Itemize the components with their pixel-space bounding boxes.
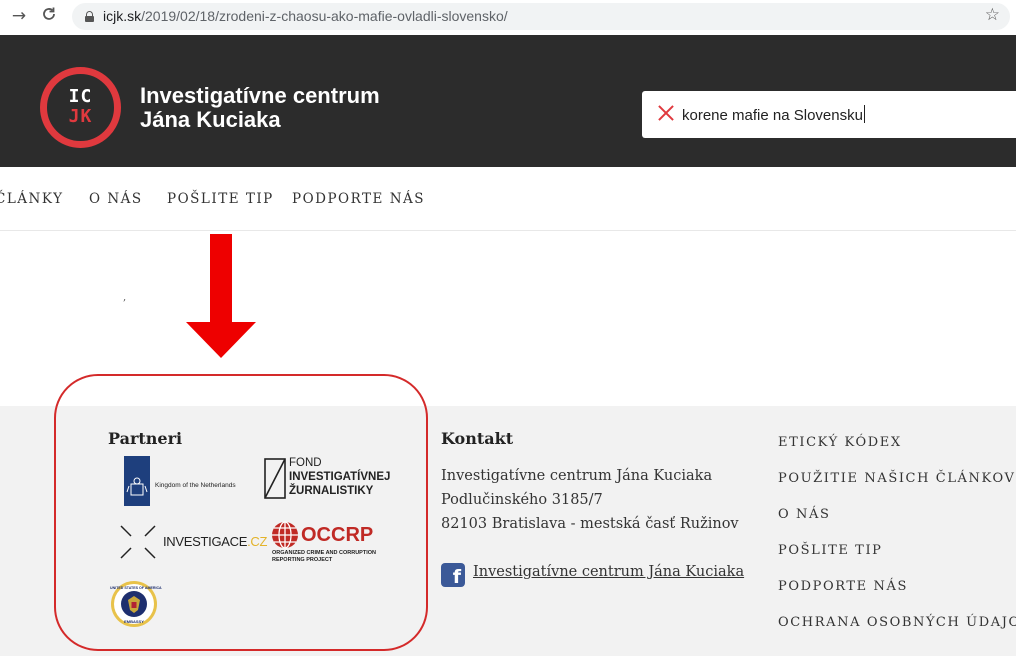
occrp-subtitle: ORGANIZED CRIME AND CORRUPTION REPORTING… xyxy=(272,550,376,563)
footer-link-podporte-nas[interactable]: PODPORTE NÁS xyxy=(778,579,908,594)
netherlands-crest-icon xyxy=(124,456,150,506)
nav-item-podporte-nas[interactable]: PODPORTE NÁS xyxy=(292,191,425,207)
site-footer: Partneri Kingdom of the Netherlands FOND… xyxy=(0,406,1016,656)
embassy-bottom-text: EMBASSY xyxy=(124,619,144,624)
search-input[interactable] xyxy=(682,104,1002,126)
main-nav: ČLÁNKY O NÁS POŠLITE TIP PODPORTE NÁS xyxy=(0,167,1016,231)
site-title-line1: Investigatívne centrum xyxy=(140,83,380,108)
footer-link-pouzitie-clankov[interactable]: POUŽITIE NAŠICH ČLÁNKOV xyxy=(778,471,1016,486)
back-arrow-icon[interactable]: → xyxy=(8,5,30,27)
netherlands-logo[interactable]: Kingdom of the Netherlands xyxy=(124,456,244,506)
site-title-line2: Jána Kuciaka xyxy=(140,107,281,132)
footer-link-ochrana-udajov[interactable]: OCHRANA OSOBNÝCH ÚDAJOV xyxy=(778,615,1016,630)
lock-body xyxy=(85,16,94,22)
nav-item-clanky[interactable]: ČLÁNKY xyxy=(0,191,64,207)
fond-line2: INVESTIGATÍVNEJ xyxy=(289,471,391,483)
occrp-sub-line2: REPORTING PROJECT xyxy=(272,556,333,563)
investigace-suffix: .CZ xyxy=(247,534,268,549)
occrp-sub-line1: ORGANIZED CRIME AND CORRUPTION xyxy=(272,550,376,556)
reload-icon[interactable] xyxy=(38,5,60,27)
investigace-logo[interactable]: INVESTIGACE.CZ xyxy=(119,524,267,560)
logo-top-text: IC xyxy=(68,86,93,107)
stray-mark: , xyxy=(123,292,127,303)
embassy-top-text: UNITED STATES OF AMERICA xyxy=(110,586,162,590)
crest-glyph xyxy=(126,477,148,496)
fond-logo[interactable]: FOND INVESTIGATÍVNEJ ŽURNALISTIKY xyxy=(264,457,394,503)
url-path: /2019/02/18/zrodeni-z-chaosu-ako-mafie-o… xyxy=(141,8,508,24)
occrp-logo[interactable]: OCCRP ORGANIZED CRIME AND CORRUPTION REP… xyxy=(270,520,390,564)
close-search-icon[interactable] xyxy=(656,103,676,123)
occrp-name: OCCRP xyxy=(301,524,374,546)
us-embassy-seal[interactable]: UNITED STATES OF AMERICA EMBASSY xyxy=(110,580,162,628)
investigace-mark-icon xyxy=(120,525,156,559)
contact-heading: Kontakt xyxy=(441,429,514,448)
address-bar[interactable]: icjk.sk/2019/02/18/zrodeni-z-chaosu-ako-… xyxy=(72,3,1010,30)
partners-heading: Partneri xyxy=(108,429,183,448)
logo-bottom-text: JK xyxy=(68,106,93,127)
fond-mark-icon xyxy=(264,458,286,499)
footer-link-o-nas[interactable]: O NÁS xyxy=(778,507,830,522)
contact-city: 82103 Bratislava - mestská časť Ružinov xyxy=(441,516,739,532)
site-title[interactable]: Investigatívne centrum Jána Kuciaka xyxy=(140,84,380,132)
facebook-icon[interactable]: f xyxy=(441,563,465,587)
annotation-arrow xyxy=(186,234,256,358)
browser-toolbar: → icjk.sk/2019/02/18/zrodeni-z-chaosu-ak… xyxy=(0,0,1016,35)
nav-item-poslite-tip[interactable]: POŠLITE TIP xyxy=(167,191,274,207)
facebook-link[interactable]: Investigatívne centrum Jána Kuciaka xyxy=(473,564,744,580)
nav-item-o-nas[interactable]: O NÁS xyxy=(89,191,143,207)
bookmark-star-icon[interactable]: ☆ xyxy=(985,5,1000,25)
netherlands-label: Kingdom of the Netherlands xyxy=(155,482,236,489)
text-cursor xyxy=(864,105,865,123)
search-box xyxy=(642,91,1016,138)
lock-icon[interactable] xyxy=(85,11,94,22)
contact-street: Podlučinského 3185/7 xyxy=(441,492,603,508)
icjk-logo[interactable]: IC JK xyxy=(40,67,121,148)
footer-link-poslite-tip[interactable]: POŠLITE TIP xyxy=(778,543,883,558)
investigace-name: INVESTIGACE xyxy=(163,534,248,549)
investigace-label: INVESTIGACE.CZ xyxy=(163,534,267,549)
url-domain: icjk.sk xyxy=(103,8,142,24)
url-text[interactable]: icjk.sk/2019/02/18/zrodeni-z-chaosu-ako-… xyxy=(103,8,508,24)
reload-glyph xyxy=(43,7,55,20)
occrp-globe-icon xyxy=(272,521,298,549)
site-header: IC JK Investigatívne centrum Jána Kuciak… xyxy=(0,35,1016,167)
footer-link-eticky-kodex[interactable]: ETICKÝ KÓDEX xyxy=(778,435,902,450)
fond-line3: ŽURNALISTIKY xyxy=(289,485,374,497)
fond-line1: FOND xyxy=(289,457,322,469)
contact-name: Investigatívne centrum Jána Kuciaka xyxy=(441,468,713,484)
